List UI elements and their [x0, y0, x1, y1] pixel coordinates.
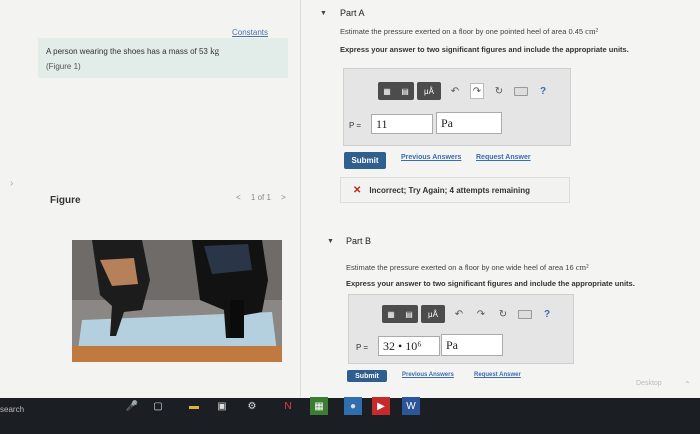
part-b-question: Estimate the pressure exerted on a floor… — [346, 262, 589, 272]
units-button-group-b: μÅ — [421, 305, 445, 323]
taskbar-search[interactable]: search — [0, 405, 24, 414]
reset-icon[interactable]: ↻ — [496, 306, 510, 322]
prev-figure-button[interactable]: < — [236, 193, 241, 202]
fraction-icon[interactable]: ▤ — [400, 305, 418, 323]
figure-heading: Figure — [50, 195, 81, 206]
part-b-value-input[interactable]: 32 • 10⁶ — [378, 336, 440, 356]
units-button-group: μÅ — [417, 82, 441, 100]
shoes-photo — [72, 240, 282, 362]
task-view-icon[interactable]: ▢ — [150, 399, 166, 413]
redo-icon[interactable]: ↷ — [470, 83, 484, 99]
part-b-title: Part B — [346, 236, 372, 246]
templates-icon[interactable]: ▦ — [382, 305, 400, 323]
part-a-request-answer-link[interactable]: Request Answer — [476, 154, 531, 161]
figure-page-count: 1 of 1 — [250, 193, 271, 202]
page: › Constants A person wearing the shoes h… — [0, 0, 700, 398]
part-b-variable-label: P = — [356, 343, 369, 352]
file-explorer-icon[interactable]: ▬ — [186, 399, 202, 413]
part-a-question: Estimate the pressure exerted on a floor… — [340, 26, 598, 36]
desktop-label[interactable]: Desktop — [636, 380, 662, 387]
template-button-group: ▦ ▤ — [378, 82, 414, 100]
part-a-previous-answers-link[interactable]: Previous Answers — [401, 154, 461, 161]
units-button[interactable]: μÅ — [417, 82, 441, 100]
units-button[interactable]: μÅ — [421, 305, 445, 323]
part-a-feedback-text: Incorrect; Try Again; 4 attempts remaini… — [369, 185, 531, 195]
keyboard-icon[interactable] — [514, 83, 528, 99]
part-b-units-input[interactable]: Pa — [441, 334, 503, 356]
part-b-area-unit: cm² — [575, 262, 589, 272]
show-desktop-icon[interactable]: ⌃ — [684, 380, 691, 389]
templates-icon[interactable]: ▦ — [378, 82, 396, 100]
browser-app-icon[interactable]: ● — [344, 397, 362, 415]
undo-icon[interactable]: ↶ — [448, 83, 462, 99]
slides-app-icon[interactable]: ▶ — [372, 397, 390, 415]
microphone-icon[interactable]: 🎤 — [124, 399, 140, 413]
store-icon[interactable]: ▣ — [214, 399, 230, 413]
fraction-icon[interactable]: ▤ — [396, 82, 414, 100]
help-icon[interactable]: ? — [540, 306, 554, 322]
collapse-part-a-icon[interactable]: ▼ — [320, 10, 327, 17]
help-icon[interactable]: ? — [536, 83, 550, 99]
figure-pager: < 1 of 1 > — [232, 193, 290, 202]
part-a-area-unit: cm² — [585, 26, 599, 36]
part-b-submit-button[interactable]: Submit — [347, 370, 387, 382]
part-b-instruction: Express your answer to two significant f… — [346, 279, 635, 288]
spreadsheet-app-icon[interactable]: ▦ — [310, 397, 328, 415]
collapse-part-b-icon[interactable]: ▼ — [327, 238, 334, 245]
part-a-value-input[interactable]: 11 — [371, 114, 433, 134]
constants-link[interactable]: Constants — [232, 28, 268, 37]
part-a-variable-label: P = — [349, 121, 362, 130]
incorrect-icon: ✕ — [353, 184, 362, 196]
undo-icon[interactable]: ↶ — [452, 306, 466, 322]
shoes-illustration — [72, 240, 282, 362]
part-a-submit-button[interactable]: Submit — [344, 152, 386, 169]
part-b-math-toolbar: ▦ ▤ μÅ ↶ ↷ ↻ ? — [382, 305, 558, 323]
reset-icon[interactable]: ↻ — [492, 83, 506, 99]
chevron-right-icon[interactable]: › — [10, 178, 13, 189]
figure-link[interactable]: (Figure 1) — [46, 62, 81, 71]
part-a-question-text: Estimate the pressure exerted on a floor… — [340, 27, 584, 36]
keyboard-icon[interactable] — [518, 306, 532, 322]
problem-statement-box — [38, 38, 288, 78]
problem-statement: A person wearing the shoes has a mass of… — [46, 46, 286, 57]
word-app-icon[interactable]: W — [402, 397, 420, 415]
part-a-math-toolbar: ▦ ▤ μÅ ↶ ↷ ↻ ? — [378, 82, 554, 100]
part-a-instruction: Express your answer to two significant f… — [340, 45, 629, 54]
next-figure-button[interactable]: > — [281, 193, 286, 202]
settings-gear-icon[interactable]: ⚙ — [244, 399, 260, 413]
part-b-previous-answers-link[interactable]: Previous Answers — [402, 372, 454, 378]
part-a-feedback: ✕ Incorrect; Try Again; 4 attempts remai… — [340, 177, 570, 203]
template-button-group-b: ▦ ▤ — [382, 305, 418, 323]
problem-statement-text: A person wearing the shoes has a mass of… — [46, 47, 208, 56]
mass-unit: kg — [210, 46, 220, 56]
redo-icon[interactable]: ↷ — [474, 306, 488, 322]
part-b-question-text: Estimate the pressure exerted on a floor… — [346, 263, 574, 272]
part-b-request-answer-link[interactable]: Request Answer — [474, 372, 521, 378]
n-app-icon[interactable]: N — [280, 399, 296, 413]
part-a-units-input[interactable]: Pa — [436, 112, 502, 134]
part-a-answer-panel — [343, 68, 571, 146]
part-a-title: Part A — [340, 8, 365, 18]
